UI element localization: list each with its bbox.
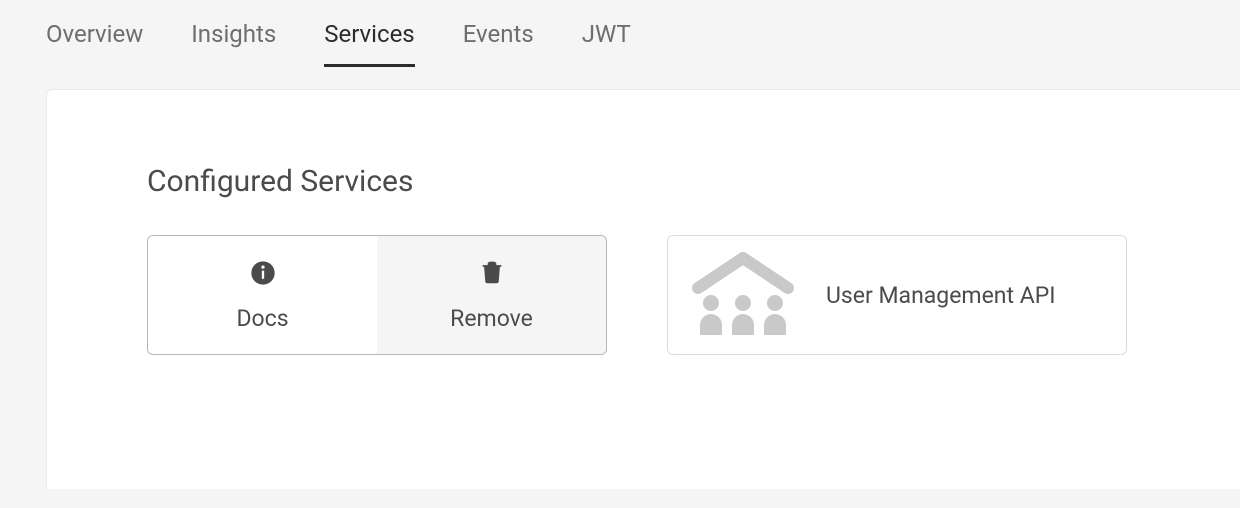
docs-button[interactable]: Docs bbox=[148, 236, 377, 354]
remove-label: Remove bbox=[450, 305, 533, 332]
service-actions-card: Docs Remove bbox=[147, 235, 607, 355]
user-management-icon bbox=[688, 250, 798, 340]
tab-services[interactable]: Services bbox=[324, 20, 414, 67]
tab-bar: Overview Insights Services Events JWT bbox=[0, 0, 1240, 67]
tab-jwt[interactable]: JWT bbox=[582, 20, 631, 67]
services-panel: Configured Services Docs Remove bbox=[46, 89, 1240, 489]
tab-insights[interactable]: Insights bbox=[191, 20, 276, 67]
service-title: User Management API bbox=[826, 282, 1055, 309]
tab-overview[interactable]: Overview bbox=[46, 20, 143, 67]
section-title: Configured Services bbox=[147, 164, 1240, 199]
tab-events[interactable]: Events bbox=[463, 20, 534, 67]
trash-icon bbox=[478, 259, 506, 291]
docs-label: Docs bbox=[236, 305, 288, 332]
cards-row: Docs Remove bbox=[147, 235, 1240, 355]
service-card-user-management[interactable]: User Management API bbox=[667, 235, 1127, 355]
remove-button[interactable]: Remove bbox=[377, 236, 606, 354]
info-icon bbox=[249, 259, 277, 291]
